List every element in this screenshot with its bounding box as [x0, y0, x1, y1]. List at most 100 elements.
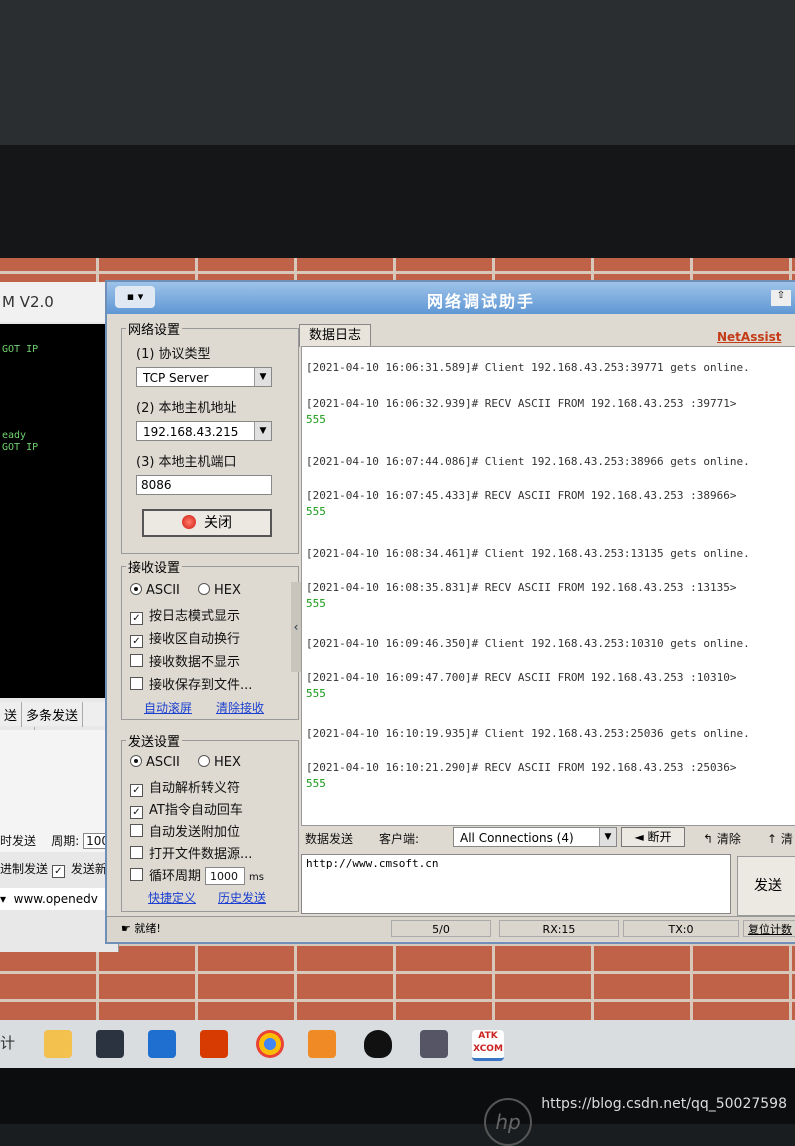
reset-count-button[interactable]: 复位计数 [743, 920, 795, 937]
background-xcom-window: M V2.0 GOT IP eady GOT IP 送多条发送协议 时发送 周期… [0, 282, 120, 952]
status-ready: ☛ 就绪! [121, 922, 161, 935]
desktop-screen: M V2.0 GOT IP eady GOT IP 送多条发送协议 时发送 周期… [0, 258, 795, 1058]
taskbar-text: 计 [0, 1034, 16, 1052]
log-entry: [2021-04-10 16:10:19.935]# Client 192.16… [306, 727, 750, 740]
netassist-window: ▪ ▾ 网络调试助手 ⇧ 网络设置 (1) 协议类型 TCP Server ▼ (… [105, 280, 795, 944]
netassist-taskbar-icon[interactable] [420, 1030, 448, 1058]
status-count: 5/0 [391, 920, 491, 937]
log-entry: [2021-04-10 16:09:47.700]# RECV ASCII FR… [306, 671, 737, 684]
port-label: (3) 本地主机端口 [136, 455, 237, 470]
log-data: 555 [306, 505, 326, 518]
hp-logo: hp [484, 1098, 532, 1146]
log-entry: [2021-04-10 16:06:32.939]# RECV ASCII FR… [306, 397, 737, 410]
receive-legend: 接收设置 [126, 557, 183, 576]
app-icon[interactable] [308, 1030, 336, 1058]
office-icon[interactable] [200, 1030, 228, 1058]
log-entry: [2021-04-10 16:07:45.433]# RECV ASCII FR… [306, 489, 737, 502]
taskbar: 计 ATK XCOM [0, 1020, 795, 1068]
chevron-down-icon: ▼ [254, 368, 271, 386]
auto-scroll-link[interactable]: 自动滚屏 [144, 699, 192, 716]
bg-timed-send: 时发送 周期: 100 [0, 832, 113, 849]
clear-button[interactable]: ↰ 清除 [703, 830, 741, 847]
disconnect-button[interactable]: ◄ 断开 [621, 827, 685, 847]
bg-url-field[interactable]: ▾ www.openedv [0, 888, 118, 910]
atk-xcom-icon[interactable]: ATK XCOM [472, 1030, 504, 1061]
title-bar: ▪ ▾ 网络调试助手 ⇧ [107, 282, 795, 314]
bg-console-line: GOT IP [2, 442, 39, 453]
status-rx: RX:15 [499, 920, 619, 937]
monitor-top-area [0, 0, 795, 150]
log-entry: [2021-04-10 16:09:46.350]# Client 192.16… [306, 637, 750, 650]
log-data: 555 [306, 597, 326, 610]
bg-tabs: 送多条发送协议 [0, 702, 118, 752]
log-entry: [2021-04-10 16:10:21.290]# RECV ASCII FR… [306, 761, 737, 774]
watermark-text: https://blog.csdn.net/qq_50027598 [541, 1096, 787, 1112]
close-connection-button[interactable]: 关闭 [142, 509, 272, 537]
bg-console-line: eady [2, 430, 27, 441]
recv-ascii-radio[interactable]: ASCII [130, 583, 180, 598]
recv-option-wrap[interactable]: ✓ 接收区自动换行 [130, 628, 240, 648]
send-option-at-cr[interactable]: ✓ AT指令自动回车 [130, 799, 243, 819]
send-ascii-radio[interactable]: ASCII [130, 755, 180, 770]
log-data: 555 [306, 413, 326, 426]
clear-send-button[interactable]: ↑ 清 [767, 830, 793, 847]
recv-option-hide[interactable]: 接收数据不显示 [130, 651, 240, 670]
store-icon[interactable] [96, 1030, 124, 1058]
system-menu-icon[interactable]: ▪ ▾ [115, 286, 155, 308]
bg-tab[interactable]: 送 [0, 702, 23, 727]
send-option-escape[interactable]: ✓ 自动解析转义符 [130, 777, 240, 797]
chevron-down-icon: ▼ [254, 422, 271, 440]
recv-hex-radio[interactable]: HEX [198, 583, 241, 598]
log-entry: [2021-04-10 16:08:35.831]# RECV ASCII FR… [306, 581, 737, 594]
loop-period-input[interactable]: 1000 [205, 867, 246, 885]
bg-console-line: GOT IP [2, 344, 39, 355]
status-bar: ☛ 就绪! 5/0 RX:15 TX:0 复位计数 [107, 916, 795, 941]
laptop-bezel [0, 145, 795, 379]
mail-icon[interactable] [148, 1030, 176, 1058]
tab-data-log[interactable]: 数据日志 [299, 324, 371, 347]
log-entry: [2021-04-10 16:06:31.589]# Client 192.16… [306, 361, 750, 374]
recv-option-log-mode[interactable]: ✓ 按日志模式显示 [130, 605, 240, 625]
send-button[interactable]: 发送 [737, 856, 795, 916]
collapse-panel-icon[interactable]: ‹ [291, 582, 301, 672]
recv-option-save[interactable]: 接收保存到文件... [130, 674, 252, 693]
send-hex-radio[interactable]: HEX [198, 755, 241, 770]
history-link[interactable]: 历史发送 [218, 889, 266, 906]
pin-icon[interactable]: ⇧ [771, 290, 791, 306]
client-label: 客户端: [379, 832, 420, 846]
brand-logo: NetAssist [717, 330, 782, 344]
bg-console: GOT IP eady GOT IP [0, 324, 118, 698]
send-option-loop[interactable]: 循环周期 1000 ms [130, 865, 264, 885]
data-send-tab[interactable]: 数据发送 [305, 830, 353, 847]
port-input[interactable]: 8086 [136, 475, 272, 495]
host-label: (2) 本地主机地址 [136, 401, 237, 416]
send-legend: 发送设置 [126, 731, 183, 750]
protocol-select[interactable]: TCP Server ▼ [136, 367, 272, 387]
chevron-down-icon: ▼ [599, 828, 616, 846]
log-entry: [2021-04-10 16:08:34.461]# Client 192.16… [306, 547, 750, 560]
shortcut-link[interactable]: 快捷定义 [148, 889, 196, 906]
network-settings-group: 网络设置 (1) 协议类型 TCP Server ▼ (2) 本地主机地址 192… [121, 319, 299, 554]
send-input[interactable]: http://www.cmsoft.cn [301, 854, 731, 914]
chrome-icon[interactable] [256, 1030, 284, 1058]
bg-hex-send: 进制发送 ✓ 发送新 [0, 862, 107, 878]
bg-window-title: M V2.0 [0, 282, 120, 322]
bg-tab[interactable]: 多条发送 [22, 702, 84, 727]
qq-icon[interactable] [364, 1030, 392, 1058]
file-explorer-icon[interactable] [44, 1030, 72, 1058]
send-settings-group: 发送设置 ASCII HEX ✓ 自动解析转义符 ✓ AT指令自动回车 自动发送附加… [121, 731, 299, 912]
receive-settings-group: 接收设置 ASCII HEX ✓ 按日志模式显示 ✓ 接收区自动换行 接收数据不显示… [121, 557, 299, 720]
window-title: 网络调试助手 [427, 292, 536, 311]
send-option-append[interactable]: 自动发送附加位 [130, 821, 240, 840]
status-tx: TX:0 [623, 920, 739, 937]
host-select[interactable]: 192.168.43.215 ▼ [136, 421, 272, 441]
receive-log: [2021-04-10 16:06:31.589]# Client 192.16… [301, 346, 795, 826]
log-data: 555 [306, 777, 326, 790]
network-legend: 网络设置 [126, 319, 183, 338]
clear-receive-link[interactable]: 清除接收 [216, 699, 264, 716]
log-data: 555 [306, 687, 326, 700]
client-select[interactable]: All Connections (4) ▼ [453, 827, 617, 847]
status-light-icon [182, 515, 196, 529]
send-option-file[interactable]: 打开文件数据源... [130, 843, 252, 862]
protocol-label: (1) 协议类型 [136, 347, 211, 362]
